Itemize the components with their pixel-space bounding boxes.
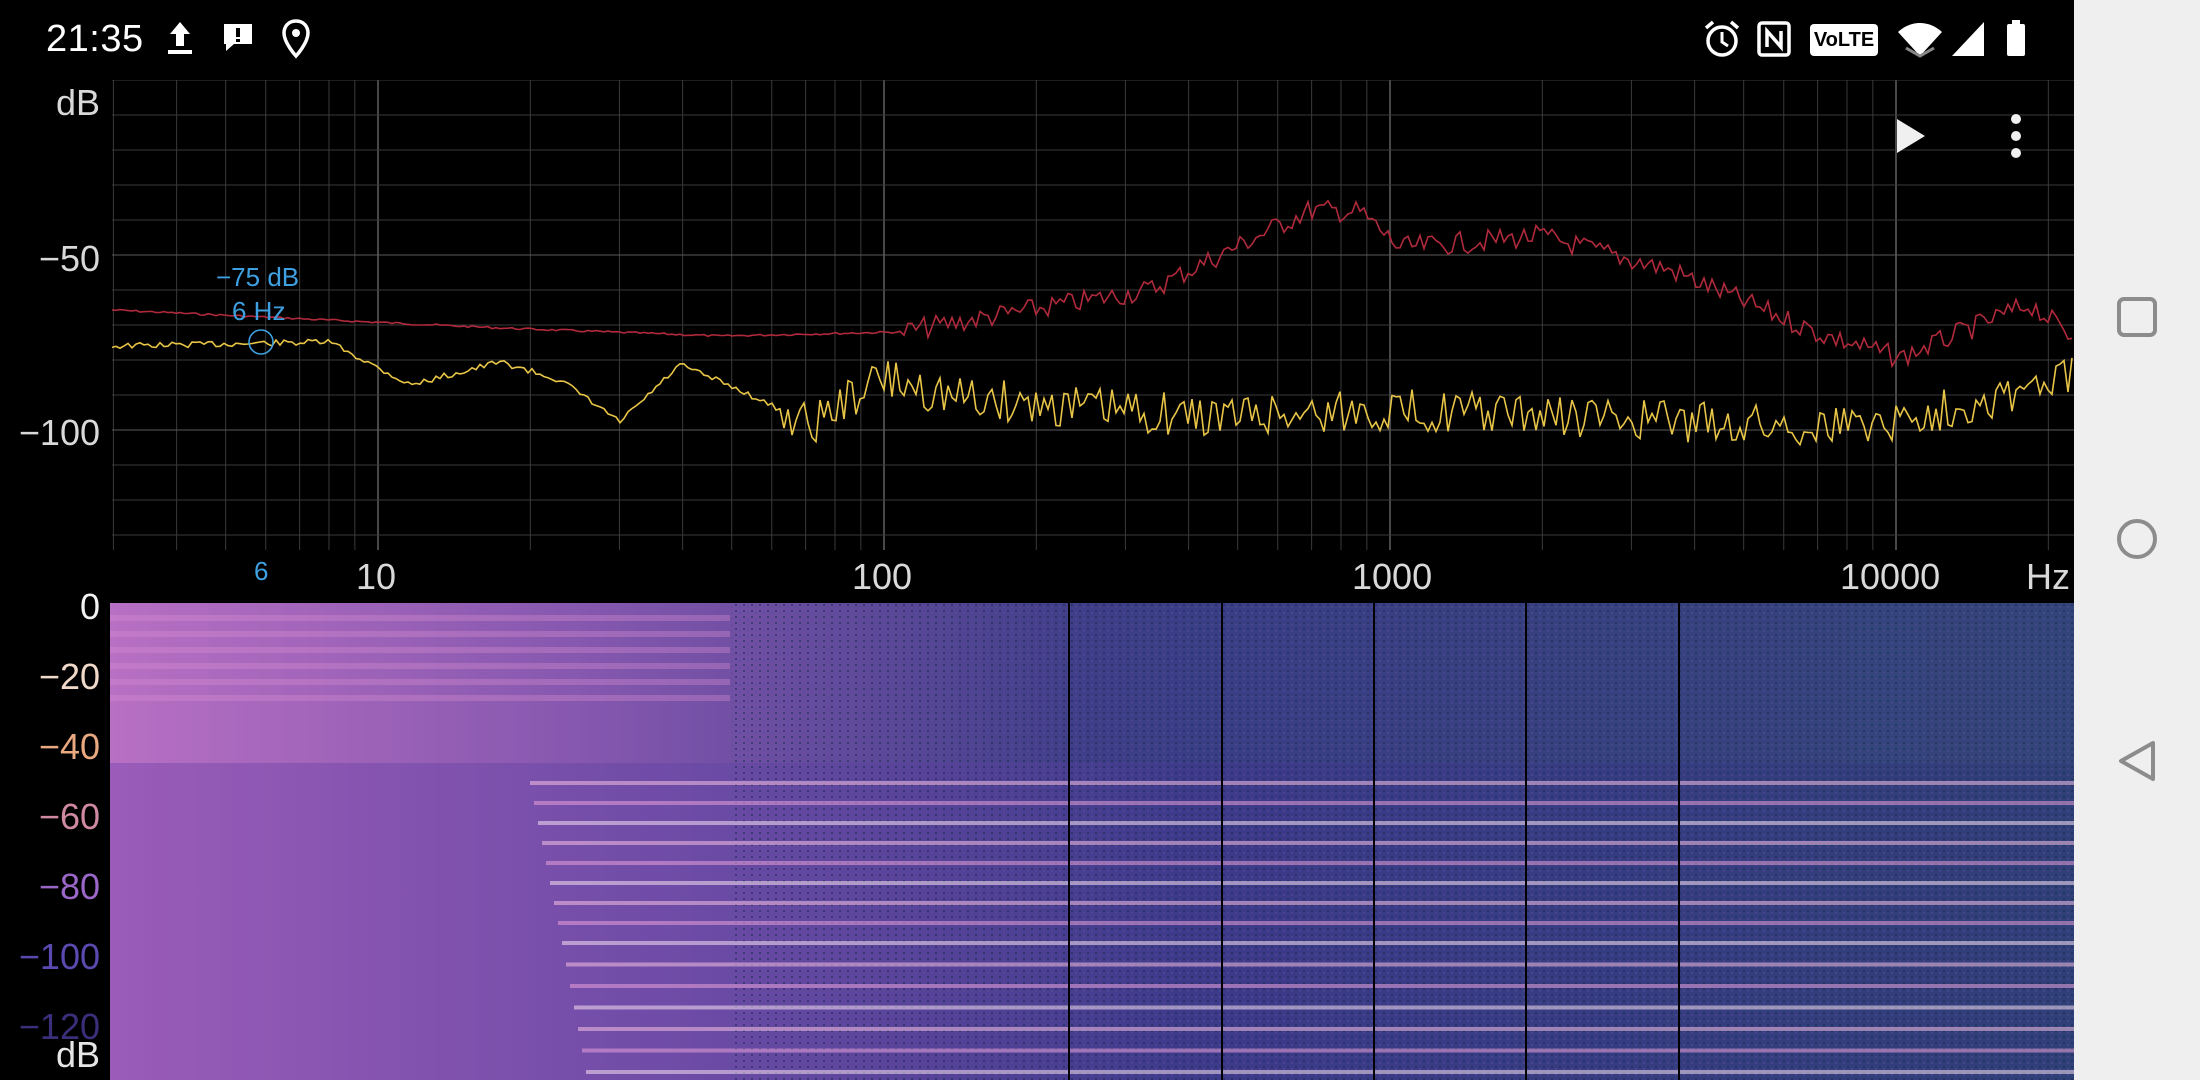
spectrogram-y-tick: 0 <box>79 586 100 627</box>
spectrogram-y-tick: −40 <box>38 726 100 767</box>
low-freq-band <box>110 631 730 637</box>
harmonic-band <box>566 962 2074 967</box>
low-freq-band <box>110 615 730 621</box>
system-navigation-bar <box>2074 0 2200 1080</box>
message-icon <box>220 18 256 63</box>
harmonic-band <box>570 984 2074 988</box>
play-icon <box>1897 119 1925 153</box>
low-freq-band <box>110 679 730 685</box>
signal-icon <box>1950 18 1986 65</box>
spectrum-x-unit: Hz <box>2026 556 2070 597</box>
play-button[interactable] <box>1880 106 1940 166</box>
peak-hold-trace <box>111 199 2073 369</box>
spectrum-y-unit: dB <box>55 82 100 123</box>
location-icon <box>280 18 312 65</box>
recents-icon <box>2117 297 2157 337</box>
back-icon <box>2119 741 2155 781</box>
wifi-icon <box>1896 18 1944 65</box>
low-freq-band <box>110 663 730 669</box>
volte-badge: VoLTE <box>1810 24 1878 56</box>
spectrogram-y-tick: −100 <box>18 936 100 977</box>
spectrum-grid <box>112 80 2074 550</box>
harmonic-band <box>586 1070 2074 1074</box>
spectrogram-y-tick: −80 <box>38 866 100 907</box>
spectrogram-panel[interactable]: 0 −20 −40 −60 −80 −100 −120 dB <box>0 586 2074 1080</box>
recents-button[interactable] <box>2102 282 2172 352</box>
harmonic-band <box>582 1048 2074 1053</box>
status-time: 21:35 <box>46 18 144 60</box>
spectrogram-y-tick: −20 <box>38 656 100 697</box>
harmonic-band <box>538 821 2074 825</box>
cursor-axis-marker: 6 <box>254 556 269 586</box>
harmonic-band <box>578 1027 2074 1031</box>
harmonic-band <box>558 921 2074 925</box>
spectrum-y-tick: −100 <box>18 412 100 453</box>
overflow-menu-button[interactable] <box>1986 106 2046 166</box>
spectrogram-image <box>110 603 2074 1080</box>
cursor-hz-readout: 6 Hz <box>232 296 286 326</box>
alarm-icon <box>1702 18 1742 65</box>
upload-icon <box>164 18 196 63</box>
harmonic-band <box>530 781 2074 785</box>
more-vert-icon <box>2011 114 2021 158</box>
home-button[interactable] <box>2102 504 2172 574</box>
battery-icon <box>2004 18 2028 65</box>
spectrum-x-tick: 10 <box>356 556 397 597</box>
home-icon <box>2117 519 2157 559</box>
harmonic-band <box>574 1005 2074 1010</box>
cursor-db-readout: −75 dB <box>216 262 300 292</box>
spectrum-x-tick: 1000 <box>1352 556 1433 597</box>
spectrogram-y-unit: dB <box>55 1034 100 1075</box>
spectrum-panel[interactable]: dB −50 −100 10 100 1000 10000 Hz −75 dB … <box>0 80 2074 600</box>
harmonic-band <box>550 881 2074 885</box>
harmonic-band <box>542 841 2074 845</box>
spectrogram-y-tick: −60 <box>38 796 100 837</box>
spectrum-x-tick: 10000 <box>1840 556 1941 597</box>
nfc-icon <box>1756 18 1792 65</box>
harmonic-band <box>546 861 2074 865</box>
spectrum-plot[interactable] <box>0 80 2074 600</box>
spectrum-y-tick: −50 <box>38 238 100 279</box>
audio-analyzer-app: 21:35 VoLTE dB −50 −100 10 100 1000 1000… <box>0 0 2074 1080</box>
back-button[interactable] <box>2102 726 2172 796</box>
spectrum-x-tick: 100 <box>852 556 913 597</box>
low-freq-band <box>110 647 730 653</box>
live-spectrum-trace <box>111 338 2073 447</box>
harmonic-band <box>554 901 2074 905</box>
low-freq-band <box>110 695 730 701</box>
harmonic-band <box>562 941 2074 945</box>
harmonic-band <box>534 801 2074 805</box>
status-bar: 21:35 VoLTE <box>0 0 2074 80</box>
